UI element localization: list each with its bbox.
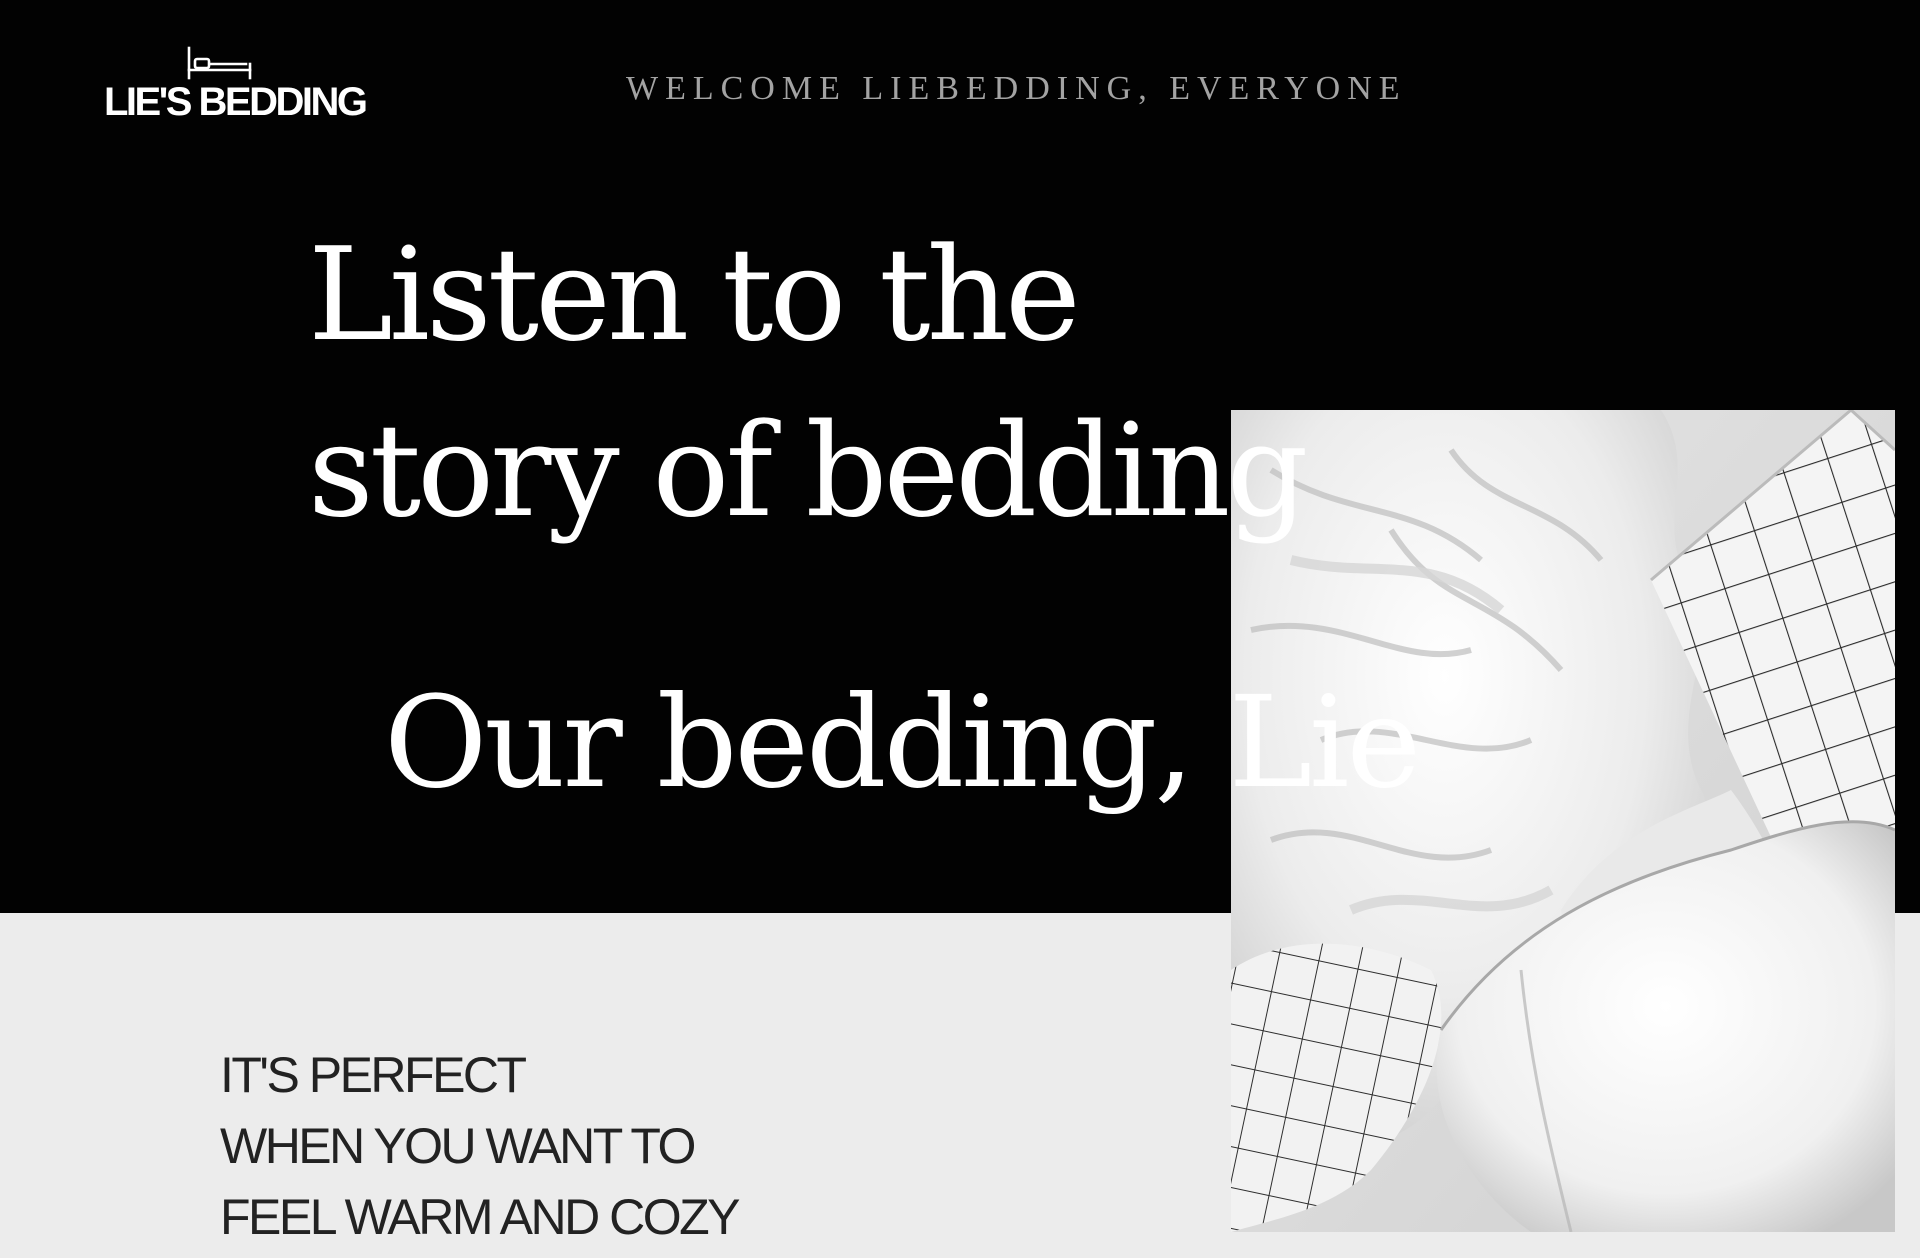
bed-icon	[187, 46, 252, 80]
intro-line3: FEEL WARM AND COZY	[220, 1189, 741, 1245]
hero-headline: Listen to the story of bedding	[308, 208, 1308, 560]
hero-subhead: Our bedding, Lie	[384, 669, 1421, 816]
intro-line1: IT'S PERFECT	[220, 1047, 527, 1103]
hero-headline-line2: story of bedding	[308, 397, 1308, 546]
hero-headline-line1: Listen to the	[308, 221, 1081, 370]
intro-line2: WHEN YOU WANT TO	[220, 1118, 696, 1174]
welcome-message: WELCOME LIEBEDDING, EVERYONE	[626, 70, 1407, 107]
bedding-photo	[1231, 410, 1895, 1232]
bedding-illustration	[1231, 410, 1895, 1232]
intro-tagline: IT'S PERFECT WHEN YOU WANT TO FEEL WARM …	[220, 1040, 741, 1253]
logo-link[interactable]: LIE'S BEDDING	[104, 46, 368, 126]
logo-text: LIE'S BEDDING	[104, 80, 368, 124]
